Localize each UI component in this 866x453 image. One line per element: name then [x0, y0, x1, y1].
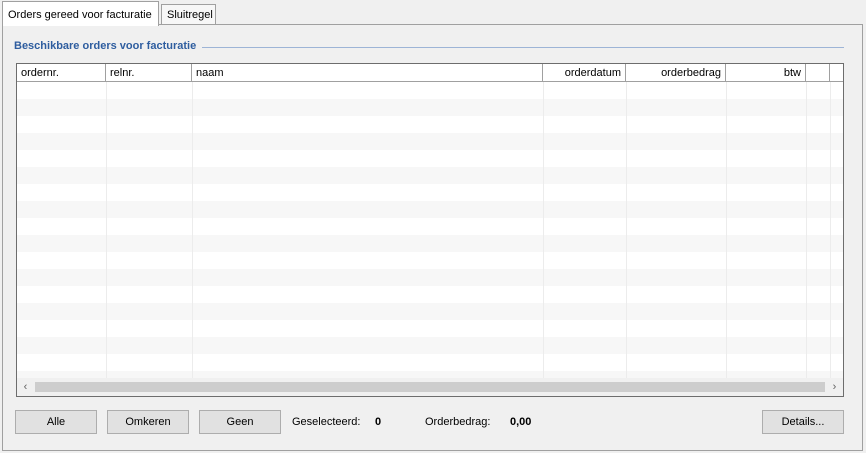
column-header-btw[interactable]: btw [726, 64, 806, 81]
table-row[interactable] [17, 320, 843, 337]
scrollbar-thumb[interactable] [35, 382, 825, 392]
column-separator [106, 82, 107, 380]
table-row[interactable] [17, 133, 843, 150]
table-row[interactable] [17, 354, 843, 371]
table-row[interactable] [17, 116, 843, 133]
tab-strip: Orders gereed voor facturatie Sluitregel [0, 0, 866, 26]
orders-grid[interactable]: ordernr. relnr. naam orderdatum orderbed… [16, 63, 844, 397]
table-row[interactable] [17, 218, 843, 235]
column-header-orderbedrag[interactable]: orderbedrag [626, 64, 726, 81]
chevron-right-icon[interactable]: › [826, 378, 843, 396]
geselecteerd-label: Geselecteerd: [292, 416, 361, 428]
table-row[interactable] [17, 252, 843, 269]
table-row[interactable] [17, 150, 843, 167]
column-separator [830, 82, 831, 380]
table-row[interactable] [17, 99, 843, 116]
orderbedrag-value: 0,00 [510, 416, 532, 428]
omkeren-button[interactable]: Omkeren [107, 410, 189, 434]
column-header-ordernr[interactable]: ordernr. [17, 64, 106, 81]
tab-orders-gereed[interactable]: Orders gereed voor facturatie [2, 1, 159, 26]
column-header-orderdatum[interactable]: orderdatum [543, 64, 626, 81]
group-title: Beschikbare orders voor facturatie [14, 40, 203, 52]
column-separator [543, 82, 544, 380]
column-separator [806, 82, 807, 380]
table-row[interactable] [17, 269, 843, 286]
table-row[interactable] [17, 167, 843, 184]
table-row[interactable] [17, 235, 843, 252]
geselecteerd-value: 0 [375, 416, 382, 428]
tab-sluitregel[interactable]: Sluitregel [161, 4, 216, 24]
grid-header: ordernr. relnr. naam orderdatum orderbed… [17, 64, 843, 82]
geen-button[interactable]: Geen [199, 410, 281, 434]
table-row[interactable] [17, 286, 843, 303]
table-row[interactable] [17, 201, 843, 218]
horizontal-scrollbar[interactable]: ‹ › [17, 378, 843, 396]
column-separator [192, 82, 193, 380]
column-header-extra-2[interactable] [830, 64, 843, 81]
column-header-relnr[interactable]: relnr. [106, 64, 192, 81]
orderbedrag-label: Orderbedrag: [425, 416, 491, 428]
column-separator [626, 82, 627, 380]
column-header-naam[interactable]: naam [192, 64, 543, 81]
alle-button[interactable]: Alle [15, 410, 97, 434]
chevron-left-icon[interactable]: ‹ [17, 378, 34, 396]
table-row[interactable] [17, 82, 843, 99]
table-row[interactable] [17, 184, 843, 201]
column-separator [726, 82, 727, 380]
details-button[interactable]: Details... [762, 410, 844, 434]
column-header-extra-1[interactable] [806, 64, 830, 81]
table-row[interactable] [17, 337, 843, 354]
table-row[interactable] [17, 303, 843, 320]
grid-body [17, 82, 843, 388]
